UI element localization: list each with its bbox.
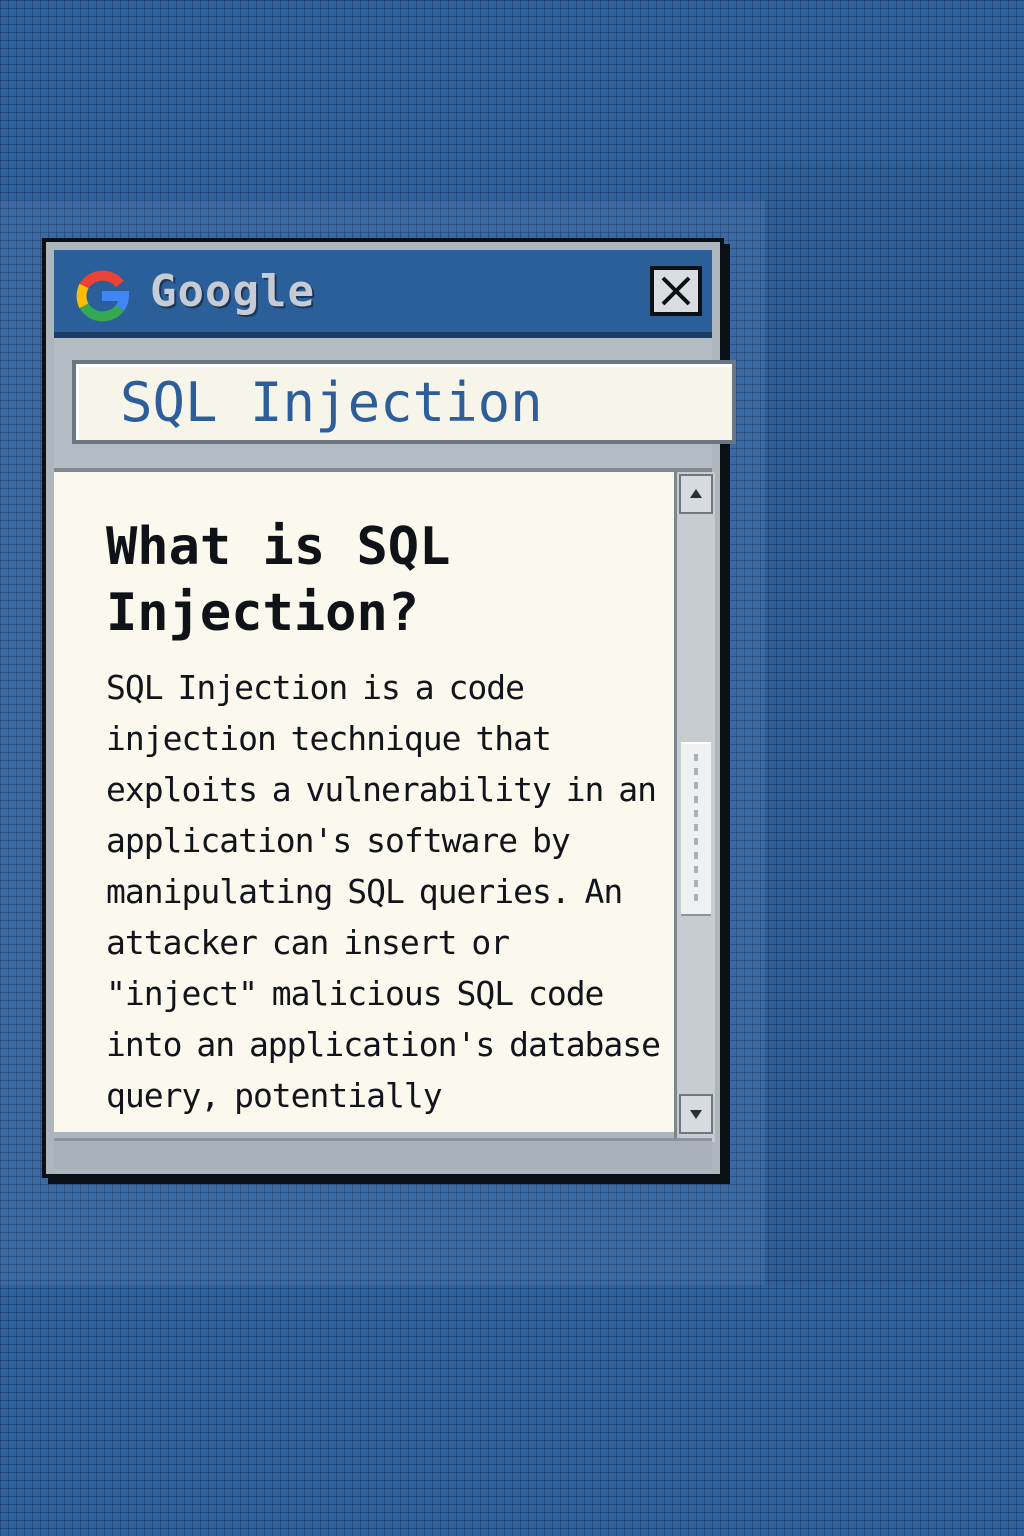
scroll-down-button[interactable] (679, 1094, 713, 1134)
article-title: What is SQL Injection? (106, 517, 451, 643)
scroll-thumb-grip (694, 754, 698, 904)
vertical-scrollbar[interactable] (674, 472, 715, 1142)
search-bar-area (54, 338, 736, 472)
article-body: SQL Injection is a code injection techni… (106, 668, 661, 1115)
scroll-thumb[interactable] (681, 742, 711, 916)
window-brand-title: Google (150, 266, 315, 317)
title-bar[interactable]: Google (54, 250, 712, 338)
close-icon (661, 276, 691, 306)
search-input[interactable] (72, 360, 736, 444)
article-content: What is SQL Injection? SQL Injection is … (54, 472, 674, 1132)
arrow-up-icon (690, 489, 702, 498)
browser-window: Google What is SQL Injection? SQL Inject… (42, 238, 736, 1178)
close-button[interactable] (650, 266, 702, 316)
google-g-icon (74, 268, 130, 324)
arrow-down-icon (690, 1110, 702, 1119)
status-bar (54, 1138, 712, 1169)
scroll-up-button[interactable] (679, 474, 713, 514)
desktop-panel-right (765, 165, 1024, 1285)
